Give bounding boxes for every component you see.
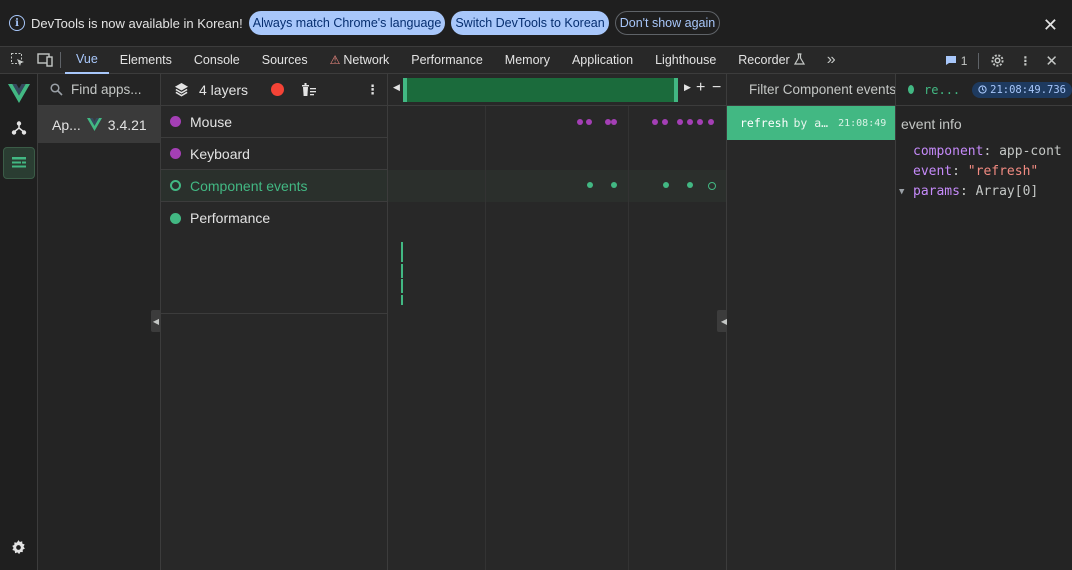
tab-performance[interactable]: Performance — [400, 47, 494, 74]
device-toolbar-icon[interactable] — [36, 51, 54, 69]
layer-color-dot — [170, 180, 181, 191]
timeline-event-mouse[interactable] — [687, 119, 693, 125]
app-name: Ap... — [52, 116, 81, 133]
app-version: 3.4.21 — [107, 116, 147, 133]
clear-timeline-icon[interactable] — [301, 82, 317, 100]
timestamp-badge: 21:08:49.736 — [972, 81, 1072, 98]
layers-icon — [174, 82, 189, 97]
flask-icon — [793, 52, 805, 68]
event-inspector: re... 21:08:49.736 event info component:… — [896, 74, 1072, 570]
zoom-in-button[interactable]: + — [696, 79, 705, 97]
settings-gear-icon[interactable] — [10, 539, 27, 559]
vue-sidebar — [0, 74, 38, 570]
filter-events-input[interactable]: Filter Component events — [749, 82, 895, 97]
timeline-range-selector[interactable] — [403, 78, 678, 102]
timeline-event-mouse[interactable] — [652, 119, 658, 125]
warning-icon: ⚠ — [329, 53, 341, 67]
timeline-event-mouse[interactable] — [677, 119, 683, 125]
close-devtools-icon[interactable]: ✕ — [1038, 52, 1072, 70]
issues-button[interactable]: 1 — [938, 54, 975, 68]
tab-network[interactable]: ⚠ Network — [319, 47, 401, 74]
event-name: refresh — [740, 116, 789, 130]
tab-lighthouse[interactable]: Lighthouse — [644, 47, 727, 74]
find-apps-input[interactable]: Find apps... — [71, 82, 142, 97]
timeline-event-selected[interactable] — [708, 182, 716, 190]
infobar-message: DevTools is now available in Korean! — [31, 15, 243, 31]
tab-sources[interactable]: Sources — [251, 47, 319, 74]
filter-events-search[interactable]: Filter Component events — [727, 74, 895, 106]
tab-console[interactable]: Console — [183, 47, 251, 74]
message-icon — [945, 56, 956, 65]
timeline-event-component[interactable] — [587, 182, 593, 188]
timeline-event-performance[interactable] — [401, 264, 403, 278]
timeline-event-component[interactable] — [611, 182, 617, 188]
layers-count-title: 4 layers — [199, 81, 249, 98]
apps-panel: Find apps... Ap... 3.4.21 — [38, 74, 161, 570]
issues-count: 1 — [960, 53, 968, 68]
switch-to-korean-button[interactable]: Switch DevTools to Korean — [451, 11, 609, 35]
prop-event: event: "refresh" — [913, 164, 1039, 179]
layer-performance[interactable]: Performance — [161, 202, 387, 234]
timeline-icon[interactable] — [3, 147, 35, 179]
event-status-dot — [908, 85, 915, 94]
more-options-icon[interactable]: ⋮ — [1012, 54, 1038, 68]
event-source: by a… — [793, 116, 829, 130]
tab-recorder[interactable]: Recorder — [727, 47, 815, 74]
event-time: 21:08:49 — [838, 117, 887, 129]
zoom-out-button[interactable]: − — [712, 79, 721, 97]
search-icon — [50, 83, 63, 96]
timeline-event-mouse[interactable] — [611, 119, 617, 125]
inspector-event-name: re... — [924, 82, 961, 97]
language-infobar: i DevTools is now available in Korean! A… — [0, 0, 1072, 47]
timeline-canvas[interactable]: ◀ ▶ + − — [388, 74, 727, 570]
tab-memory[interactable]: Memory — [494, 47, 561, 74]
event-info-title: event info — [901, 116, 962, 132]
prop-params[interactable]: ▼ params: Array[0] — [896, 182, 1072, 202]
tab-vue[interactable]: Vue — [65, 47, 109, 74]
layer-color-dot — [170, 212, 181, 224]
event-list-item-selected[interactable]: refresh by a… 21:08:49 — [727, 106, 895, 140]
timeline-event-mouse[interactable] — [586, 119, 592, 125]
dont-show-again-button[interactable]: Don't show again — [614, 11, 721, 35]
tab-elements[interactable]: Elements — [109, 47, 183, 74]
vue-version-icon — [86, 118, 102, 131]
layers-menu-icon[interactable]: ⋮ — [366, 82, 379, 98]
app-list-item[interactable]: Ap... 3.4.21 — [38, 106, 160, 143]
layer-color-dot — [170, 148, 181, 159]
settings-icon[interactable] — [983, 53, 1012, 68]
always-match-language-button[interactable]: Always match Chrome's language — [248, 11, 446, 35]
layers-panel: 4 layers ⋮ Mouse Keyboard Component even… — [161, 74, 388, 570]
vue-logo-icon[interactable] — [3, 77, 35, 109]
timeline-event-mouse[interactable] — [662, 119, 668, 125]
timeline-event-performance[interactable] — [401, 295, 403, 305]
scroll-right-icon[interactable]: ▶ — [684, 82, 691, 93]
clock-icon — [978, 85, 987, 94]
expand-triangle-icon[interactable]: ▼ — [899, 182, 904, 202]
record-button[interactable] — [271, 83, 284, 96]
find-apps-search[interactable]: Find apps... — [38, 74, 160, 106]
collapse-apps-handle[interactable]: ◀ — [151, 310, 161, 332]
layer-component-events[interactable]: Component events — [161, 170, 387, 202]
inspect-element-icon[interactable] — [9, 51, 27, 69]
layer-mouse[interactable]: Mouse — [161, 106, 387, 138]
timeline-event-performance[interactable] — [401, 279, 403, 293]
more-tabs-button[interactable]: » — [816, 47, 847, 74]
prop-component: component: app-cont — [913, 144, 1062, 159]
timeline-event-performance[interactable] — [401, 242, 403, 262]
tab-application[interactable]: Application — [561, 47, 644, 74]
timeline-event-mouse[interactable] — [697, 119, 703, 125]
components-tree-icon[interactable] — [3, 112, 35, 144]
layer-keyboard[interactable]: Keyboard — [161, 138, 387, 170]
scroll-left-icon[interactable]: ◀ — [393, 82, 400, 93]
timeline-row-active — [388, 170, 726, 202]
timeline-event-component[interactable] — [663, 182, 669, 188]
devtools-tabbar: Vue Elements Console Sources ⚠ Network Pe… — [0, 47, 1072, 74]
timeline-event-component[interactable] — [687, 182, 693, 188]
info-icon: i — [9, 15, 25, 31]
timeline-event-mouse[interactable] — [577, 119, 583, 125]
events-panel: Filter Component events refresh by a… 21… — [727, 74, 896, 570]
timeline-event-mouse[interactable] — [708, 119, 714, 125]
close-infobar-icon[interactable]: ✕ — [1043, 15, 1058, 36]
layer-color-dot — [170, 116, 181, 127]
